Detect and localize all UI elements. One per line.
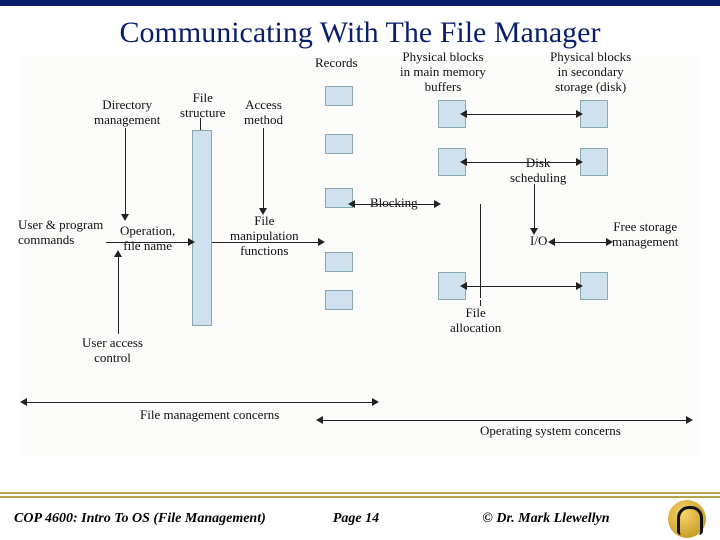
label-secondary-storage: Physical blocks in secondary storage (di… xyxy=(550,50,631,95)
label-io: I/O xyxy=(530,234,547,249)
arrowhead-left-icon xyxy=(316,416,323,424)
box-disk-block xyxy=(580,100,608,128)
label-user-access-control: User access control xyxy=(82,336,143,366)
arrowhead-right-icon xyxy=(188,238,195,246)
line xyxy=(480,300,481,306)
line xyxy=(480,204,481,298)
line xyxy=(106,242,192,243)
label-directory-mgmt: Directory management xyxy=(94,98,160,128)
footer-page: Page 14 xyxy=(280,511,432,527)
label-file-manipulation: File manipulation functions xyxy=(230,214,299,259)
line xyxy=(554,242,608,243)
arrowhead-right-icon xyxy=(686,416,693,424)
box-disk-block xyxy=(580,148,608,176)
arrowhead-right-icon xyxy=(576,282,583,290)
box-record xyxy=(325,86,353,106)
label-main-memory-buffers: Physical blocks in main memory buffers xyxy=(400,50,486,95)
line xyxy=(534,184,535,230)
line xyxy=(466,286,578,287)
line xyxy=(322,420,688,421)
line xyxy=(263,128,264,210)
label-access-method: Access method xyxy=(244,98,283,128)
footer-author: © Dr. Mark Llewellyn xyxy=(432,511,660,527)
footer-course: COP 4600: Intro To OS (File Management) xyxy=(14,511,280,527)
arrowhead-left-icon xyxy=(460,110,467,118)
arrowhead-left-icon xyxy=(460,158,467,166)
label-file-mgmt-concerns: File management concerns xyxy=(140,408,279,423)
box-record xyxy=(325,252,353,272)
line xyxy=(118,256,119,334)
arrowhead-left-icon xyxy=(460,282,467,290)
line xyxy=(200,118,201,130)
arrowhead-right-icon xyxy=(372,398,379,406)
arrowhead-down-icon xyxy=(121,214,129,221)
line xyxy=(125,128,126,216)
box-record xyxy=(325,134,353,154)
box-disk-block xyxy=(580,272,608,300)
label-operation-filename: Operation, file name xyxy=(120,224,175,254)
line xyxy=(26,402,374,403)
label-user-commands: User & program commands xyxy=(18,218,103,248)
arrowhead-down-icon xyxy=(259,208,267,215)
label-file-structure: File structure xyxy=(180,91,225,121)
line xyxy=(466,162,578,163)
arrowhead-up-icon xyxy=(114,250,122,257)
arrowhead-right-icon xyxy=(606,238,613,246)
label-free-storage: Free storage management xyxy=(612,220,678,250)
line xyxy=(354,204,436,205)
arrowhead-right-icon xyxy=(318,238,325,246)
box-record xyxy=(325,290,353,310)
label-os-concerns: Operating system concerns xyxy=(480,424,621,439)
file-manager-diagram: Records Physical blocks in main memory b… xyxy=(20,56,700,456)
label-disk-scheduling: Disk scheduling xyxy=(510,156,566,186)
arrowhead-down-icon xyxy=(530,228,538,235)
arrowhead-right-icon xyxy=(576,110,583,118)
arrowhead-left-icon xyxy=(548,238,555,246)
label-records: Records xyxy=(315,56,358,71)
arrowhead-left-icon xyxy=(348,200,355,208)
slide-title: Communicating With The File Manager xyxy=(0,16,720,50)
box-file-structure xyxy=(192,130,212,326)
line xyxy=(212,242,322,243)
arrowhead-right-icon xyxy=(576,158,583,166)
slide-footer: COP 4600: Intro To OS (File Management) … xyxy=(0,492,720,540)
top-accent-bar xyxy=(0,0,720,6)
label-file-allocation: File allocation xyxy=(450,306,501,336)
arrowhead-right-icon xyxy=(434,200,441,208)
arrowhead-left-icon xyxy=(20,398,27,406)
ucf-logo-icon xyxy=(668,500,706,538)
line xyxy=(466,114,578,115)
